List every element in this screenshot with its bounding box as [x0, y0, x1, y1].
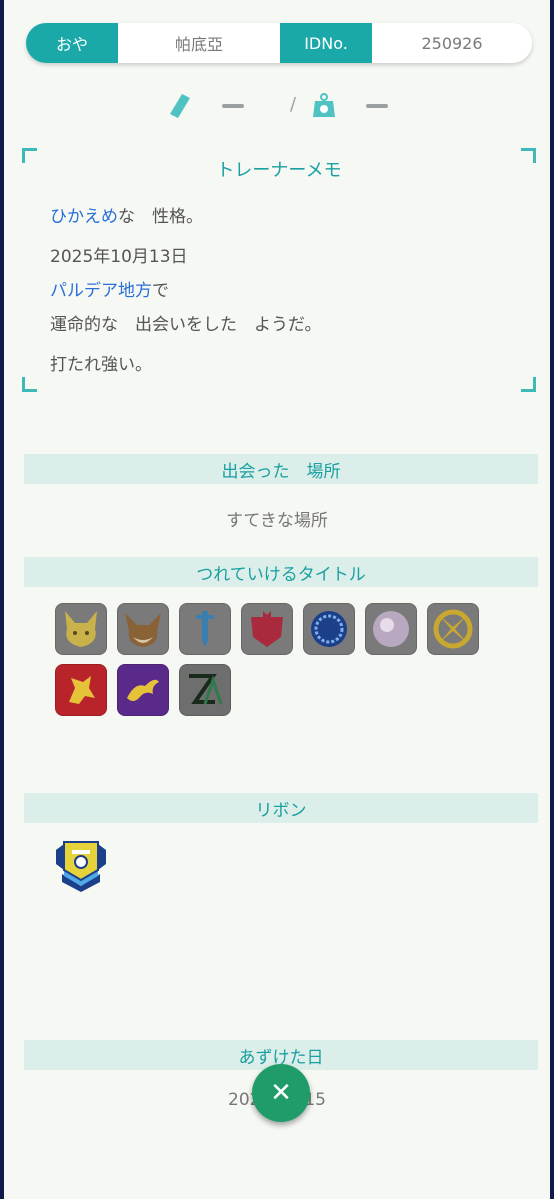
- pearl-orb-icon[interactable]: [365, 603, 417, 655]
- id-label: IDNo.: [280, 23, 372, 63]
- ot-value: 帕底亞: [118, 23, 280, 63]
- miraidon-icon[interactable]: [117, 664, 169, 716]
- met-location-header: 出会った 場所: [24, 454, 538, 484]
- close-icon: ✕: [270, 1078, 292, 1108]
- memo-corner: [521, 377, 536, 392]
- scale-icon: [313, 93, 335, 117]
- shield-icon[interactable]: [241, 603, 293, 655]
- id-value: 250926: [372, 23, 532, 63]
- memo-place: パルデア地方で: [50, 276, 169, 301]
- trainer-memo: トレーナーメモ ひかえめな 性格。 2025年10月13日 パルデア地方で 運命…: [22, 148, 536, 392]
- met-location-value: すてきな場所: [226, 511, 328, 531]
- pokeball-ribbon-icon[interactable]: [54, 840, 108, 892]
- height-value: [222, 104, 244, 108]
- koraidon-icon[interactable]: [55, 664, 107, 716]
- pikachu-icon[interactable]: [55, 603, 107, 655]
- titles-header: つれていけるタイトル: [24, 557, 538, 587]
- weight-value: [366, 104, 388, 108]
- sword-icon[interactable]: [179, 603, 231, 655]
- nature-rest: な 性格。: [118, 207, 203, 227]
- ruler-icon: [170, 94, 190, 118]
- place-highlight: パルデア地方: [50, 281, 152, 301]
- memo-corner: [22, 377, 37, 392]
- ot-label: おや: [26, 23, 118, 63]
- memo-characteristic: 打たれ強い。: [50, 355, 152, 375]
- stats-separator: /: [290, 94, 297, 115]
- ribbons-header: リボン: [24, 793, 538, 823]
- blue-orb-icon[interactable]: [303, 603, 355, 655]
- memo-encounter: 運命的な 出会いをした ようだ。: [50, 315, 322, 335]
- memo-nature: ひかえめな 性格。: [50, 202, 203, 227]
- nature-highlight: ひかえめ: [50, 207, 118, 227]
- height-weight-row: /: [4, 88, 550, 124]
- za-logo-icon[interactable]: [179, 664, 231, 716]
- memo-date: 2025年10月13日: [50, 247, 188, 267]
- close-button[interactable]: ✕: [252, 1064, 310, 1122]
- memo-title: トレーナーメモ: [216, 160, 342, 181]
- pokemon-detail-sheet: おや 帕底亞 IDNo. 250926 / トレーナーメモ ひかえめな 性格。 …: [4, 0, 550, 1199]
- place-rest: で: [152, 281, 169, 301]
- gold-emblem-icon[interactable]: [427, 603, 479, 655]
- owner-bar: おや 帕底亞 IDNo. 250926: [26, 23, 532, 63]
- eevee-icon[interactable]: [117, 603, 169, 655]
